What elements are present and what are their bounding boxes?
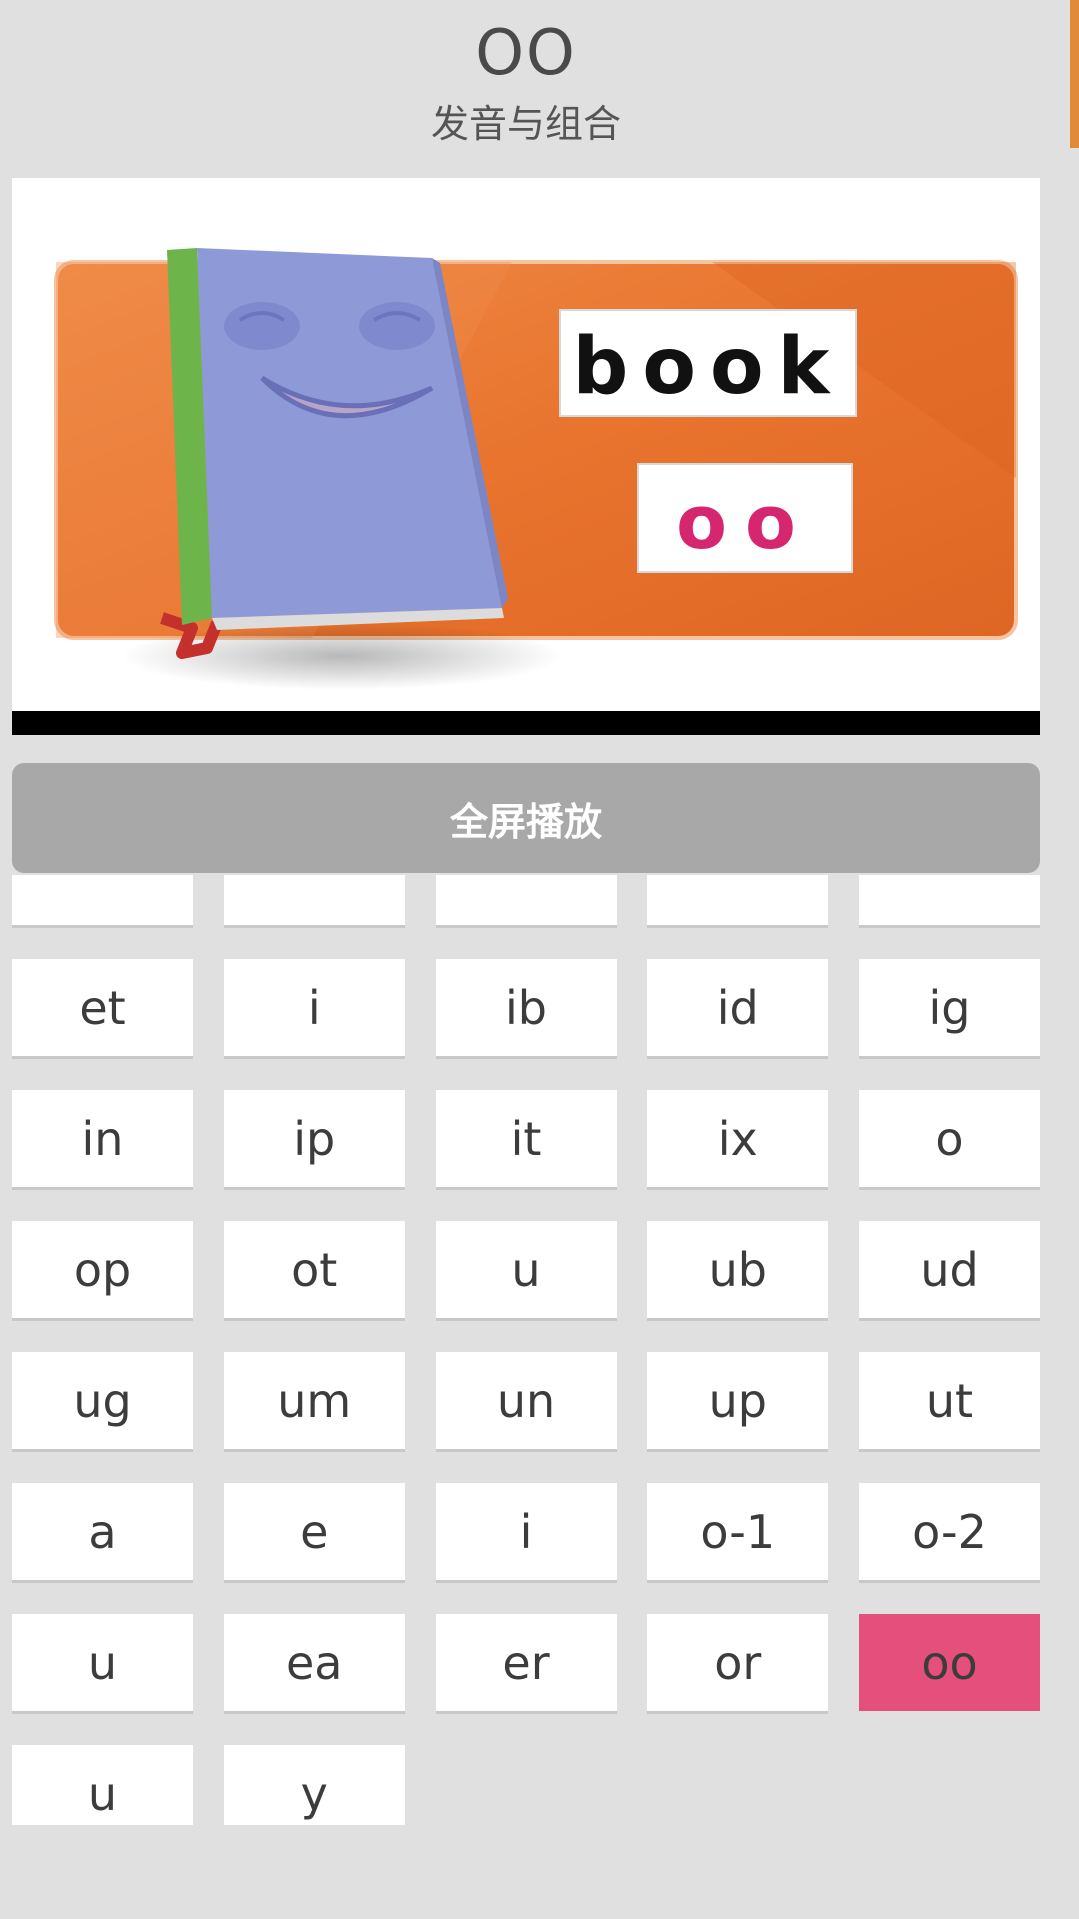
phonics-tile[interactable]: ub [647, 1221, 829, 1318]
phonics-tile[interactable]: id [647, 959, 829, 1056]
phonics-tile[interactable]: ix [647, 1090, 829, 1187]
phonics-tile[interactable] [12, 875, 193, 925]
phonics-tile-grid: et i ib id ig in ip it ix o op ot u ub ud ug um un up ut a e i… [12, 875, 1040, 1825]
phonics-tile[interactable]: in [12, 1090, 193, 1187]
phonics-tile[interactable]: u [12, 1614, 193, 1711]
phonics-tile[interactable]: et [12, 959, 193, 1056]
video-sound: oo [676, 480, 814, 566]
phonics-tile[interactable]: y [223, 1745, 405, 1825]
phonics-tile[interactable]: u [12, 1745, 193, 1825]
page-subtitle: 发音与组合 [430, 102, 621, 146]
phonics-tile[interactable]: o [859, 1090, 1040, 1187]
phonics-tile[interactable]: ea [223, 1614, 405, 1711]
phonics-tile[interactable]: o-1 [647, 1483, 829, 1580]
phonics-tile-selected[interactable]: oo [859, 1614, 1040, 1711]
video-word: book [573, 322, 844, 412]
phonics-tile[interactable]: ug [12, 1352, 193, 1449]
phonics-tile[interactable] [647, 875, 829, 925]
phonics-tile[interactable]: a [12, 1483, 193, 1580]
phonics-tile[interactable]: ig [859, 959, 1040, 1056]
phonics-tile[interactable]: um [223, 1352, 405, 1449]
phonics-tile[interactable]: i [223, 959, 405, 1056]
phonics-tile[interactable]: ud [859, 1221, 1040, 1318]
video-player[interactable]: book oo [12, 178, 1040, 735]
phonics-tile[interactable]: u [435, 1221, 617, 1318]
video-progress-bar [12, 711, 1040, 735]
phonics-tile[interactable]: un [435, 1352, 617, 1449]
phonics-tile[interactable]: ip [223, 1090, 405, 1187]
phonics-tile[interactable]: e [223, 1483, 405, 1580]
phonics-tile[interactable]: op [12, 1221, 193, 1318]
phonics-tile[interactable]: ib [435, 959, 617, 1056]
phonics-tile[interactable]: ut [859, 1352, 1040, 1449]
phonics-tile[interactable]: o-2 [859, 1483, 1040, 1580]
page-title: OO [475, 16, 577, 89]
header: OO 发音与组合 [0, 0, 1052, 175]
phonics-tile[interactable] [223, 875, 405, 925]
phonics-tile[interactable] [859, 875, 1040, 925]
phonics-tile[interactable]: ot [223, 1221, 405, 1318]
phonics-tile[interactable] [435, 875, 617, 925]
video-frame: book oo [12, 178, 1040, 735]
phonics-tile[interactable]: or [647, 1614, 829, 1711]
phonics-tile[interactable]: er [435, 1614, 617, 1711]
scroll-indicator[interactable] [1070, 0, 1079, 148]
phonics-tile[interactable]: up [647, 1352, 829, 1449]
fullscreen-play-button[interactable]: 全屏播放 [12, 763, 1040, 873]
phonics-tile[interactable]: i [435, 1483, 617, 1580]
phonics-tile[interactable]: it [435, 1090, 617, 1187]
